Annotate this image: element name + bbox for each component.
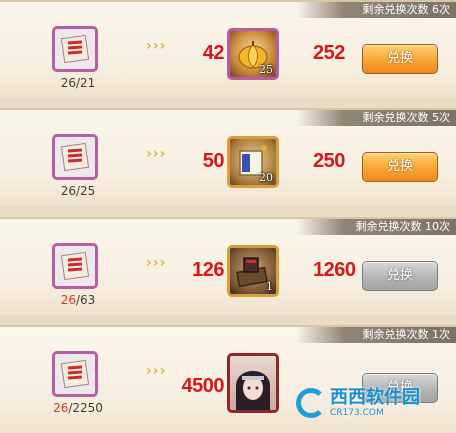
arrow-indicator: › › › xyxy=(146,38,166,54)
exchange-row-3: 剩余兑换次数 10次 26/63 › › › 126 1 1260 兑换 xyxy=(0,217,456,315)
cost-item-slot[interactable] xyxy=(52,26,98,72)
watermark-url: CR173.COM xyxy=(330,408,384,418)
remaining-count: 剩余兑换次数 1次 xyxy=(362,328,451,341)
exchange-row-2: 剩余兑换次数 5次 26/25 › › › 50 20 250 兑换 xyxy=(0,108,456,206)
reward-left-value: 50 xyxy=(202,150,225,172)
arrow-indicator: › › › xyxy=(146,363,166,379)
character-portrait-icon xyxy=(236,371,270,410)
exchange-button[interactable]: 兑换 xyxy=(362,44,438,74)
cost-count: 26/25 xyxy=(60,184,96,198)
cost-item-slot[interactable] xyxy=(52,243,98,289)
exchange-button[interactable]: 兑换 xyxy=(362,261,438,291)
cost-count: 26/2250 xyxy=(53,401,103,415)
watermark-title: 西西软件园 xyxy=(330,387,420,408)
arrow-indicator: › › › xyxy=(146,146,166,162)
red-ticket-scroll-icon xyxy=(60,34,90,64)
arrow-indicator: › › › xyxy=(146,255,166,271)
reward-left-value: 126 xyxy=(192,259,224,281)
reward-quantity: 20 xyxy=(259,171,273,184)
reward-item-slot[interactable]: 25 xyxy=(227,28,279,80)
remaining-count: 剩余兑换次数 10次 xyxy=(355,220,451,233)
red-ticket-scroll-icon xyxy=(60,251,90,281)
cost-count: 26/63 xyxy=(60,293,96,307)
reward-item-slot[interactable]: 20 xyxy=(227,136,279,188)
cost-count: 26/21 xyxy=(60,76,96,90)
reward-right-value: 1260 xyxy=(313,259,356,281)
reward-item-slot[interactable]: 1 xyxy=(227,245,279,297)
remaining-count: 剩余兑换次数 6次 xyxy=(362,3,451,16)
exchange-button[interactable]: 兑换 xyxy=(362,152,438,182)
cost-item-slot[interactable] xyxy=(52,351,98,397)
watermark-logo-icon xyxy=(296,388,326,418)
red-ticket-scroll-icon xyxy=(60,359,90,389)
remaining-count: 剩余兑换次数 5次 xyxy=(362,111,451,124)
reward-right-value: 250 xyxy=(313,150,345,172)
exchange-row-1: 剩余兑换次数 6次 26/21 › › › 42 25 252 兑换 xyxy=(0,0,456,98)
reward-left-value: 42 xyxy=(202,42,225,64)
cost-item-slot[interactable] xyxy=(52,134,98,180)
site-watermark: 西西软件园 CR173.COM xyxy=(296,383,446,423)
red-ticket-scroll-icon xyxy=(60,142,90,172)
reward-left-value: 4500 xyxy=(181,375,225,397)
reward-quantity: 25 xyxy=(259,63,273,76)
reward-right-value: 252 xyxy=(313,42,345,64)
reward-item-slot[interactable] xyxy=(227,353,279,413)
reward-quantity: 1 xyxy=(266,280,273,293)
